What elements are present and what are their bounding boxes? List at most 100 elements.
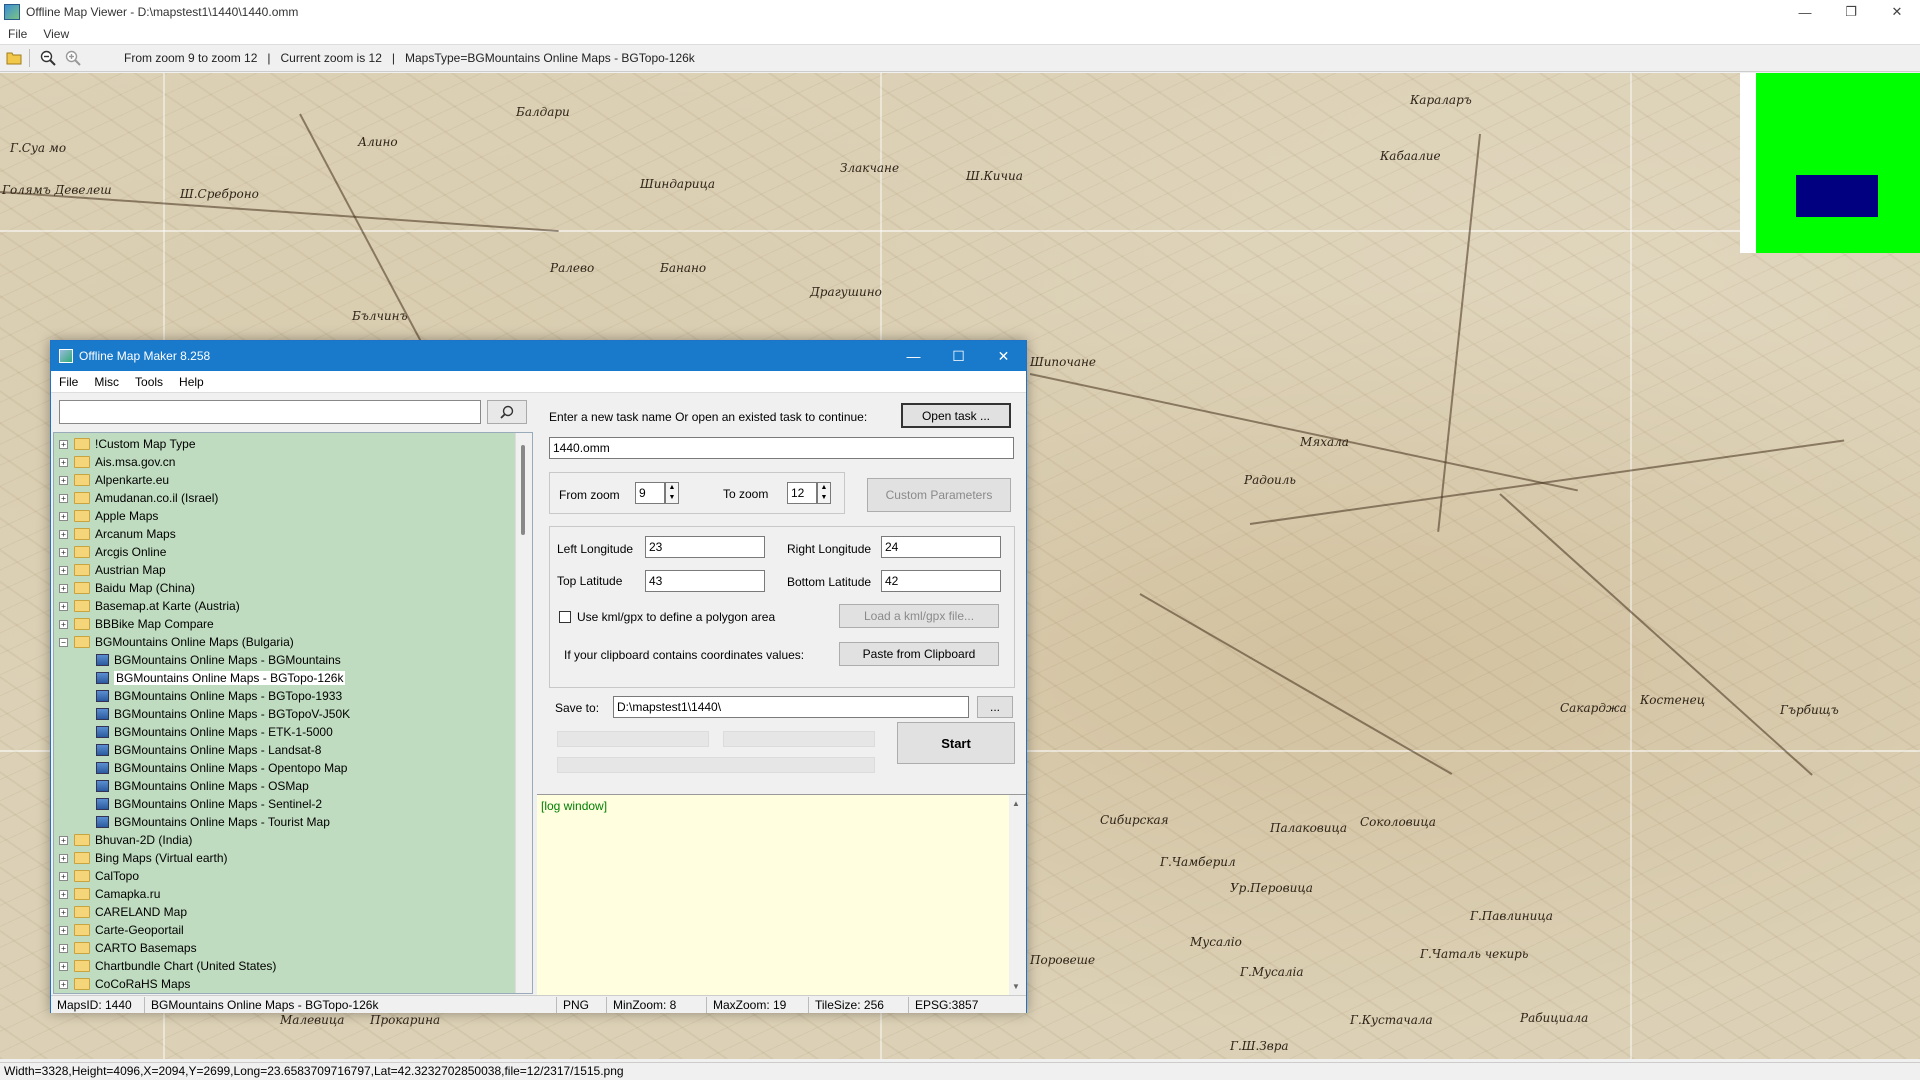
tree-item[interactable]: + CoCoRaHS Maps: [54, 975, 532, 993]
tree-item[interactable]: + BBBike Map Compare: [54, 615, 532, 633]
to-zoom-input[interactable]: 12: [787, 482, 817, 504]
expand-icon[interactable]: +: [59, 457, 68, 467]
left-longitude-input[interactable]: 23: [645, 536, 765, 558]
tree-item[interactable]: + Apple Maps: [54, 507, 532, 525]
tree-child-label: BGMountains Online Maps - BGTopo-126k: [114, 671, 346, 685]
tree-child-label: BGMountains Online Maps - BGTopo-1933: [114, 689, 343, 703]
dialog-close-icon[interactable]: ✕: [981, 341, 1026, 371]
tree-item[interactable]: + !Custom Map Type: [54, 435, 532, 453]
expand-icon[interactable]: +: [59, 493, 68, 503]
tree-scrollbar-thumb[interactable]: [521, 445, 525, 535]
collapse-icon[interactable]: −: [59, 637, 68, 647]
zoom-out-icon[interactable]: [37, 47, 59, 69]
scroll-up-icon[interactable]: ▲: [1012, 799, 1020, 808]
dialog-menu-file[interactable]: File: [51, 375, 86, 389]
dialog-menu-help[interactable]: Help: [171, 375, 212, 389]
tree-child-item[interactable]: BGMountains Online Maps - Sentinel-2: [54, 795, 532, 813]
overview-minimap[interactable]: [1740, 73, 1920, 253]
tree-child-item[interactable]: BGMountains Online Maps - BGTopoV-J50K: [54, 705, 532, 723]
tree-scrollbar[interactable]: [515, 433, 532, 993]
map-type-tree[interactable]: + !Custom Map Type + Ais.msa.gov.cn + Alpenka…: [53, 432, 533, 994]
tree-item[interactable]: + Bhuvan-2D (India): [54, 831, 532, 849]
dialog-menu-tools[interactable]: Tools: [127, 375, 171, 389]
bottom-latitude-input[interactable]: 42: [881, 570, 1001, 592]
expand-icon[interactable]: +: [59, 871, 68, 881]
expand-icon[interactable]: +: [59, 547, 68, 557]
folder-icon: [74, 960, 90, 972]
expand-icon[interactable]: +: [59, 529, 68, 539]
tree-child-item[interactable]: BGMountains Online Maps - Tourist Map: [54, 813, 532, 831]
expand-icon[interactable]: +: [59, 979, 68, 989]
tree-item[interactable]: + CARTO Basemaps: [54, 939, 532, 957]
right-longitude-input[interactable]: 24: [881, 536, 1001, 558]
tree-child-item[interactable]: BGMountains Online Maps - Opentopo Map: [54, 759, 532, 777]
tree-item[interactable]: + Alpenkarte.eu: [54, 471, 532, 489]
tree-item[interactable]: + Basemap.at Karte (Austria): [54, 597, 532, 615]
expand-icon[interactable]: +: [59, 853, 68, 863]
menu-file[interactable]: File: [0, 27, 35, 41]
folder-open-icon[interactable]: [3, 47, 25, 69]
close-icon[interactable]: ✕: [1874, 0, 1920, 24]
browse-folder-button[interactable]: ...: [977, 696, 1013, 718]
tree-item[interactable]: + Arcanum Maps: [54, 525, 532, 543]
expand-icon[interactable]: +: [59, 511, 68, 521]
overview-viewport[interactable]: [1796, 175, 1878, 217]
expand-icon[interactable]: +: [59, 601, 68, 611]
expand-icon[interactable]: +: [59, 583, 68, 593]
tree-child-item[interactable]: BGMountains Online Maps - ETK-1-5000: [54, 723, 532, 741]
from-zoom-spinner[interactable]: ▲ ▼: [665, 482, 679, 504]
tree-child-item[interactable]: BGMountains Online Maps - BGTopo-1933: [54, 687, 532, 705]
bottom-latitude-label: Bottom Latitude: [787, 575, 872, 589]
log-scrollbar[interactable]: ▲ ▼: [1009, 795, 1026, 995]
task-name-input[interactable]: 1440.omm: [549, 437, 1014, 459]
top-latitude-input[interactable]: 43: [645, 570, 765, 592]
expand-icon[interactable]: +: [59, 925, 68, 935]
tree-item[interactable]: + Amudanan.co.il (Israel): [54, 489, 532, 507]
tree-item[interactable]: + Carte-Geoportail: [54, 921, 532, 939]
expand-icon[interactable]: +: [59, 439, 68, 449]
dialog-maximize-icon[interactable]: ☐: [936, 341, 981, 371]
tree-item[interactable]: + CARELAND Map: [54, 903, 532, 921]
load-kml-button[interactable]: Load a kml/gpx file...: [839, 604, 999, 628]
tree-item[interactable]: + Chartbundle Chart (United States): [54, 957, 532, 975]
paste-from-clipboard-button[interactable]: Paste from Clipboard: [839, 642, 999, 666]
tree-item[interactable]: + CalTopo: [54, 867, 532, 885]
from-zoom-input[interactable]: 9: [635, 482, 665, 504]
log-window[interactable]: [log window] ▲ ▼: [537, 794, 1026, 995]
expand-icon[interactable]: +: [59, 961, 68, 971]
expand-icon[interactable]: +: [59, 835, 68, 845]
tree-item[interactable]: + Camapka.ru: [54, 885, 532, 903]
dialog-menu-misc[interactable]: Misc: [86, 375, 127, 389]
search-icon[interactable]: [487, 400, 527, 424]
save-path-input[interactable]: D:\mapstest1\1440\: [613, 696, 969, 718]
menu-view[interactable]: View: [35, 27, 77, 41]
expand-icon[interactable]: +: [59, 943, 68, 953]
folder-icon: [74, 474, 90, 486]
expand-icon[interactable]: +: [59, 889, 68, 899]
tree-item[interactable]: + Arcgis Online: [54, 543, 532, 561]
custom-parameters-button[interactable]: Custom Parameters: [867, 478, 1011, 512]
map-search-input[interactable]: [59, 400, 481, 424]
tree-item[interactable]: + Austrian Map: [54, 561, 532, 579]
minimize-icon[interactable]: —: [1782, 0, 1828, 24]
tree-item[interactable]: + Bing Maps (Virtual earth): [54, 849, 532, 867]
expand-icon[interactable]: +: [59, 907, 68, 917]
tree-child-item[interactable]: BGMountains Online Maps - BGMountains: [54, 651, 532, 669]
scroll-down-icon[interactable]: ▼: [1012, 982, 1020, 991]
expand-icon[interactable]: +: [59, 475, 68, 485]
restore-icon[interactable]: ❐: [1828, 0, 1874, 24]
tree-item[interactable]: + Baidu Map (China): [54, 579, 532, 597]
expand-icon[interactable]: +: [59, 619, 68, 629]
tree-item[interactable]: + Ais.msa.gov.cn: [54, 453, 532, 471]
tree-child-item[interactable]: BGMountains Online Maps - BGTopo-126k: [54, 669, 532, 687]
tree-item[interactable]: − BGMountains Online Maps (Bulgaria): [54, 633, 532, 651]
kml-polygon-checkbox[interactable]: [559, 611, 571, 623]
expand-icon[interactable]: +: [59, 565, 68, 575]
tree-child-item[interactable]: BGMountains Online Maps - OSMap: [54, 777, 532, 795]
to-zoom-spinner[interactable]: ▲ ▼: [817, 482, 831, 504]
zoom-in-icon[interactable]: [62, 47, 84, 69]
tree-child-item[interactable]: BGMountains Online Maps - Landsat-8: [54, 741, 532, 759]
dialog-minimize-icon[interactable]: —: [891, 341, 936, 371]
start-button[interactable]: Start: [897, 722, 1015, 764]
open-task-button[interactable]: Open task ...: [901, 403, 1011, 428]
